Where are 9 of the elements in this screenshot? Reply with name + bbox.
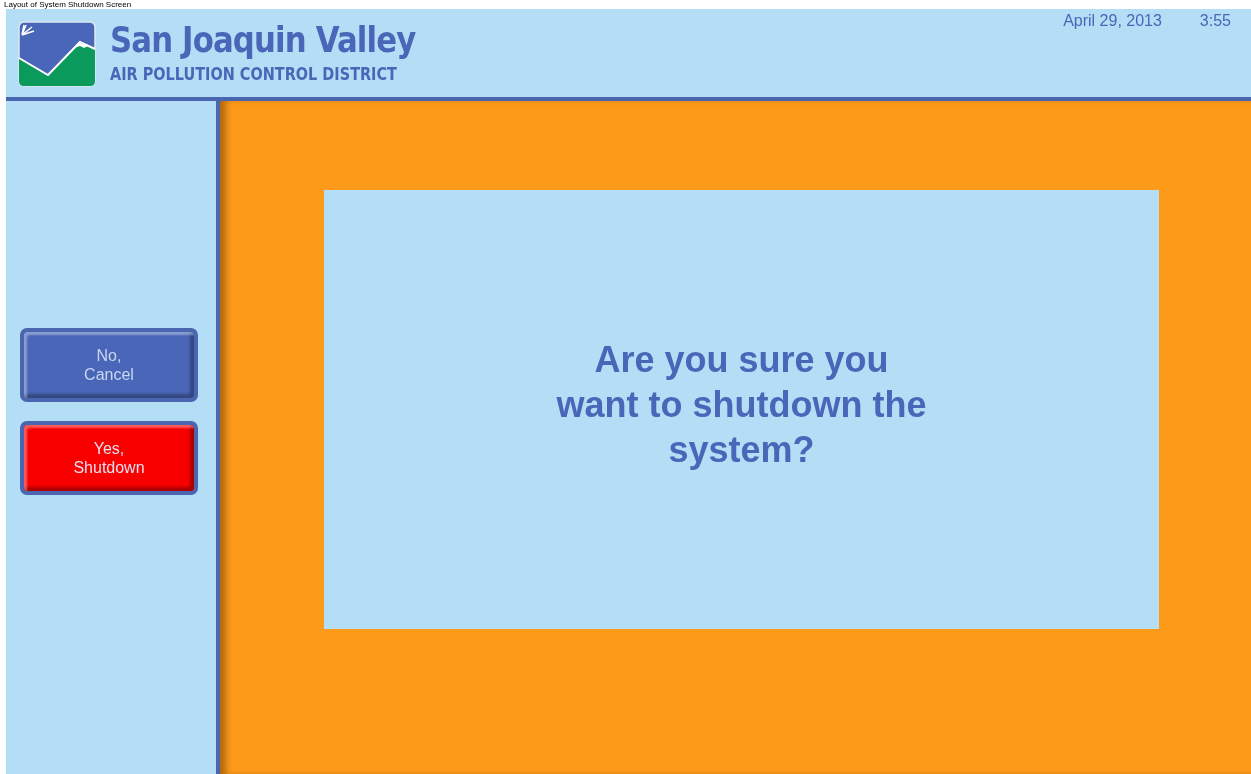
organization-subtitle: AIR POLLUTION CONTROL DISTRICT [110,63,398,85]
mountain-logo-icon [18,21,96,87]
date-label: April 29, 2013 [1063,12,1162,30]
time-label: 3:55 [1199,12,1231,30]
organization-name: San Joaquin Valley [110,19,416,61]
cancel-button[interactable]: No, Cancel [20,328,198,402]
shutdown-button[interactable]: Yes, Shutdown [20,421,198,495]
confirmation-message: Are you sure you want to shutdown the system? [556,338,927,472]
figure-caption: Layout of System Shutdown Screen [3,0,133,9]
